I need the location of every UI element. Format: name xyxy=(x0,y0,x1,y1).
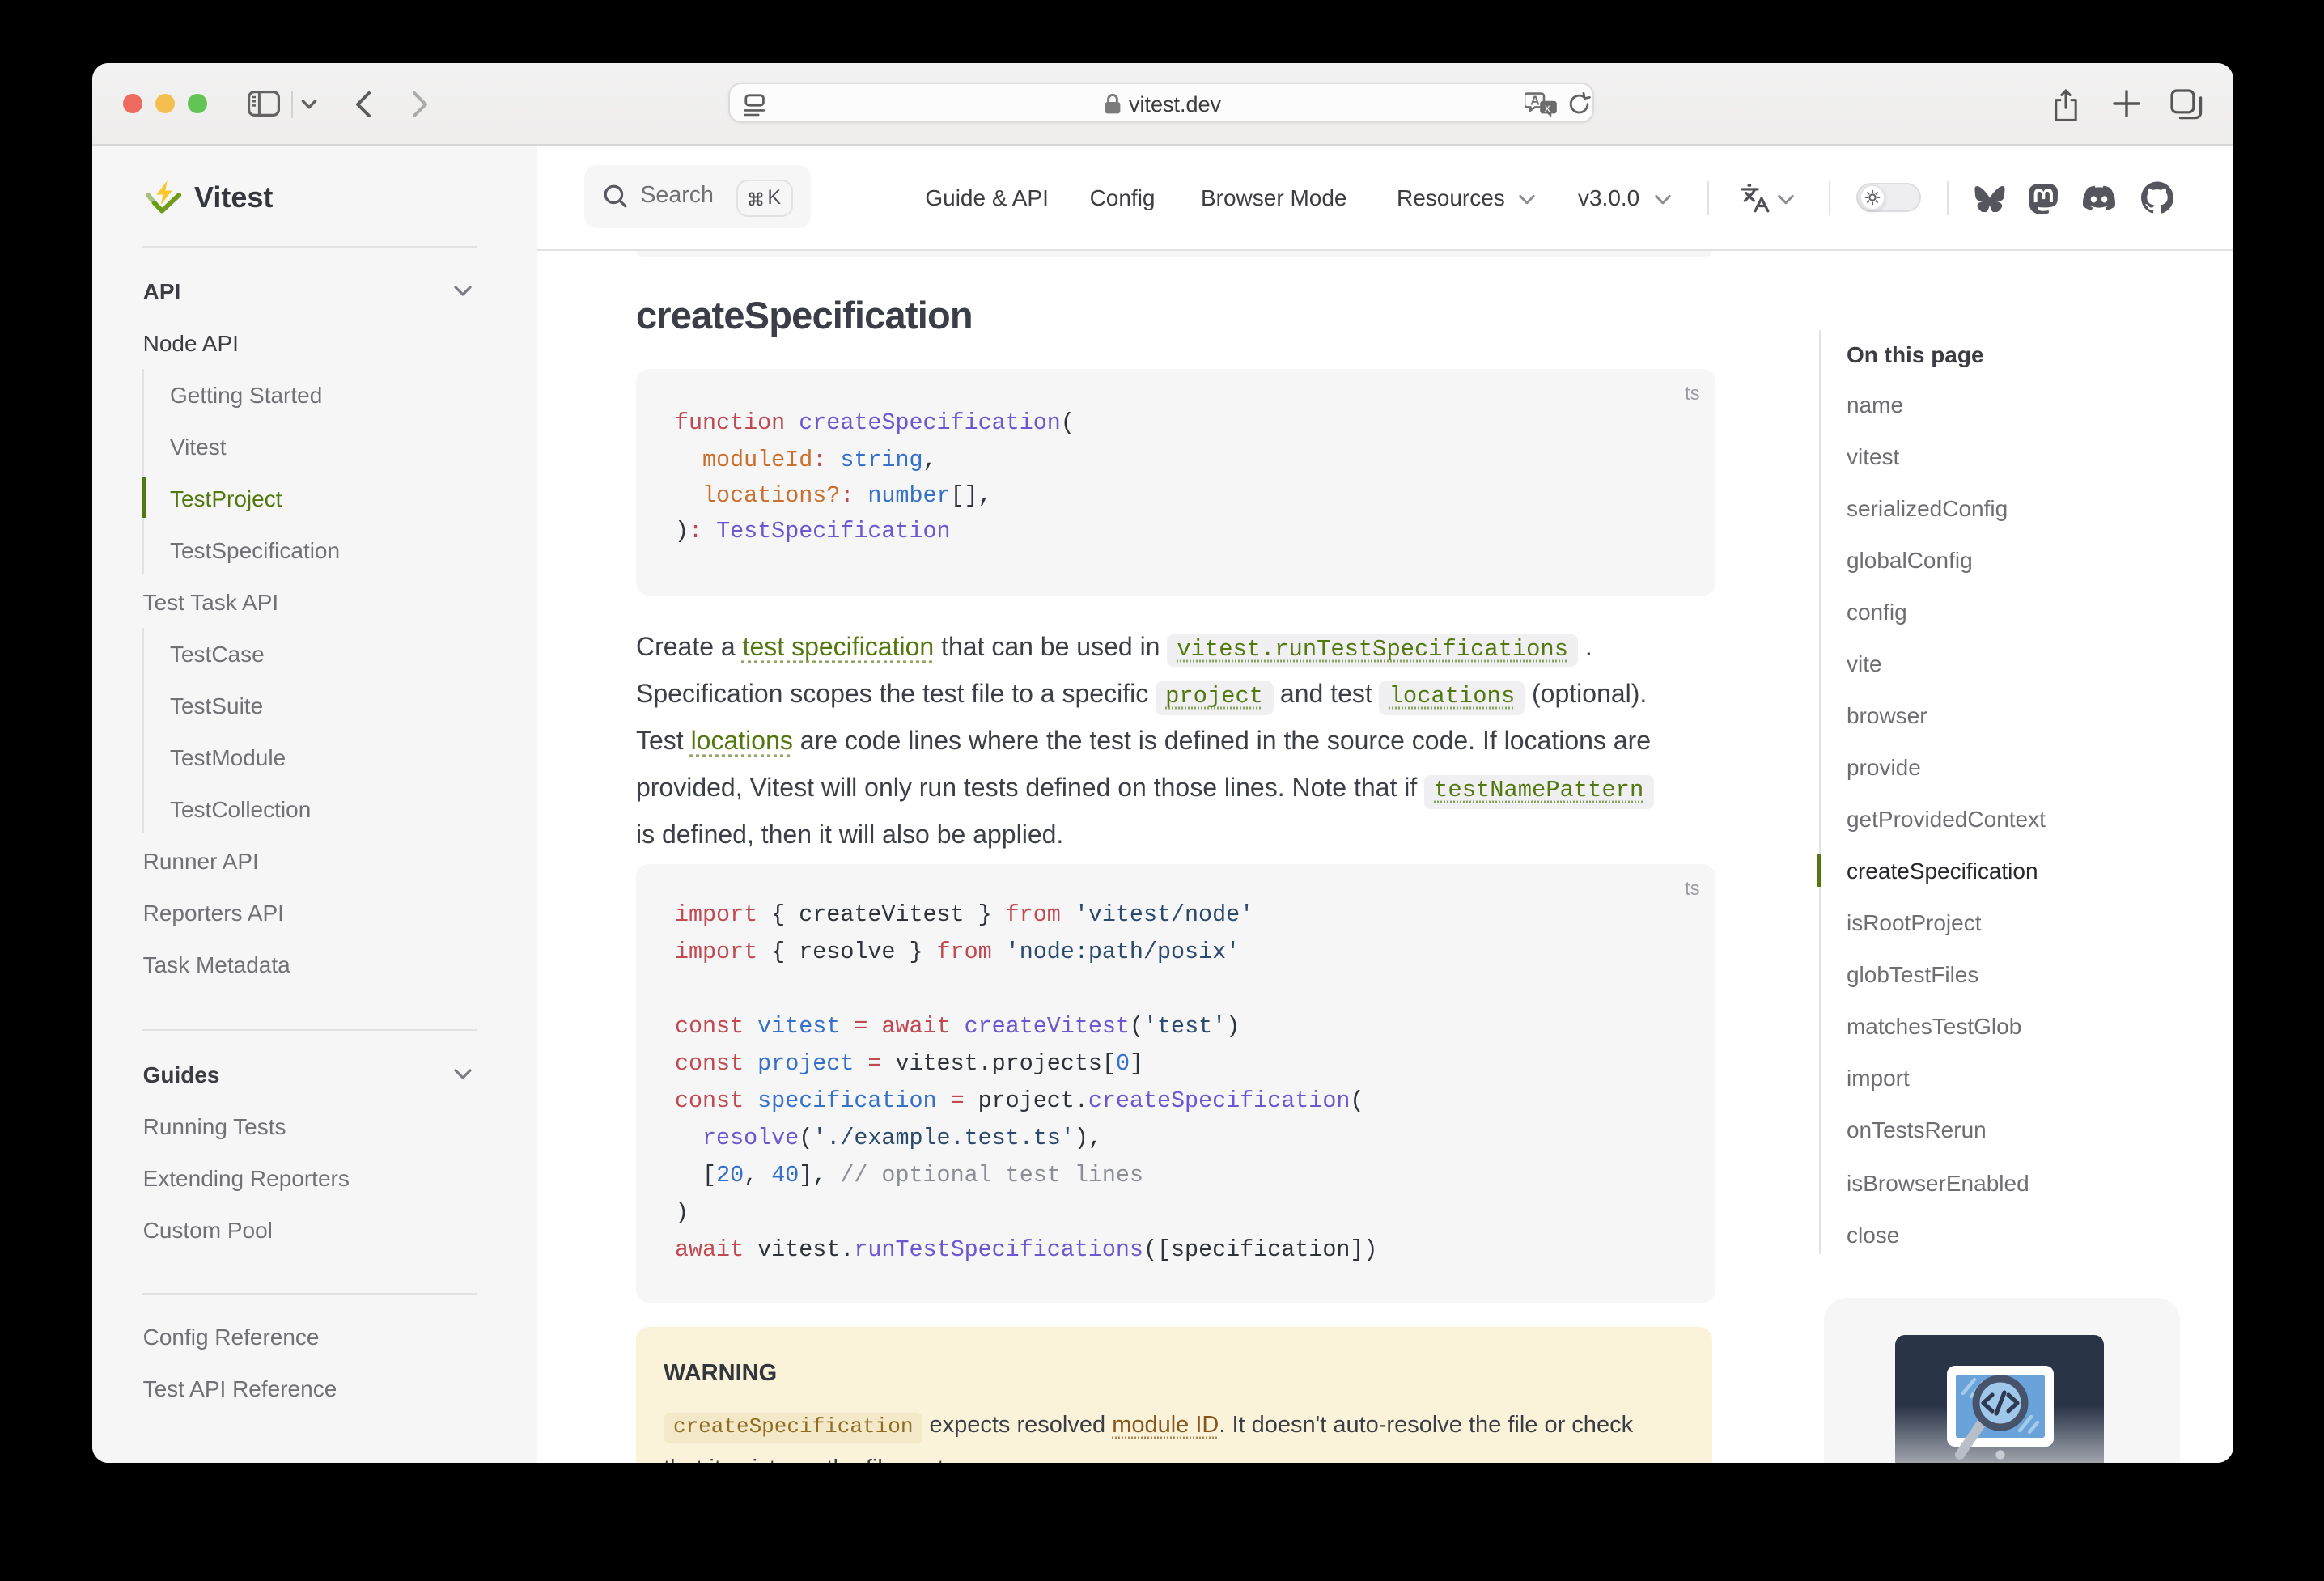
svg-text:A: A xyxy=(1531,94,1541,108)
svg-text:x: x xyxy=(1546,100,1551,113)
